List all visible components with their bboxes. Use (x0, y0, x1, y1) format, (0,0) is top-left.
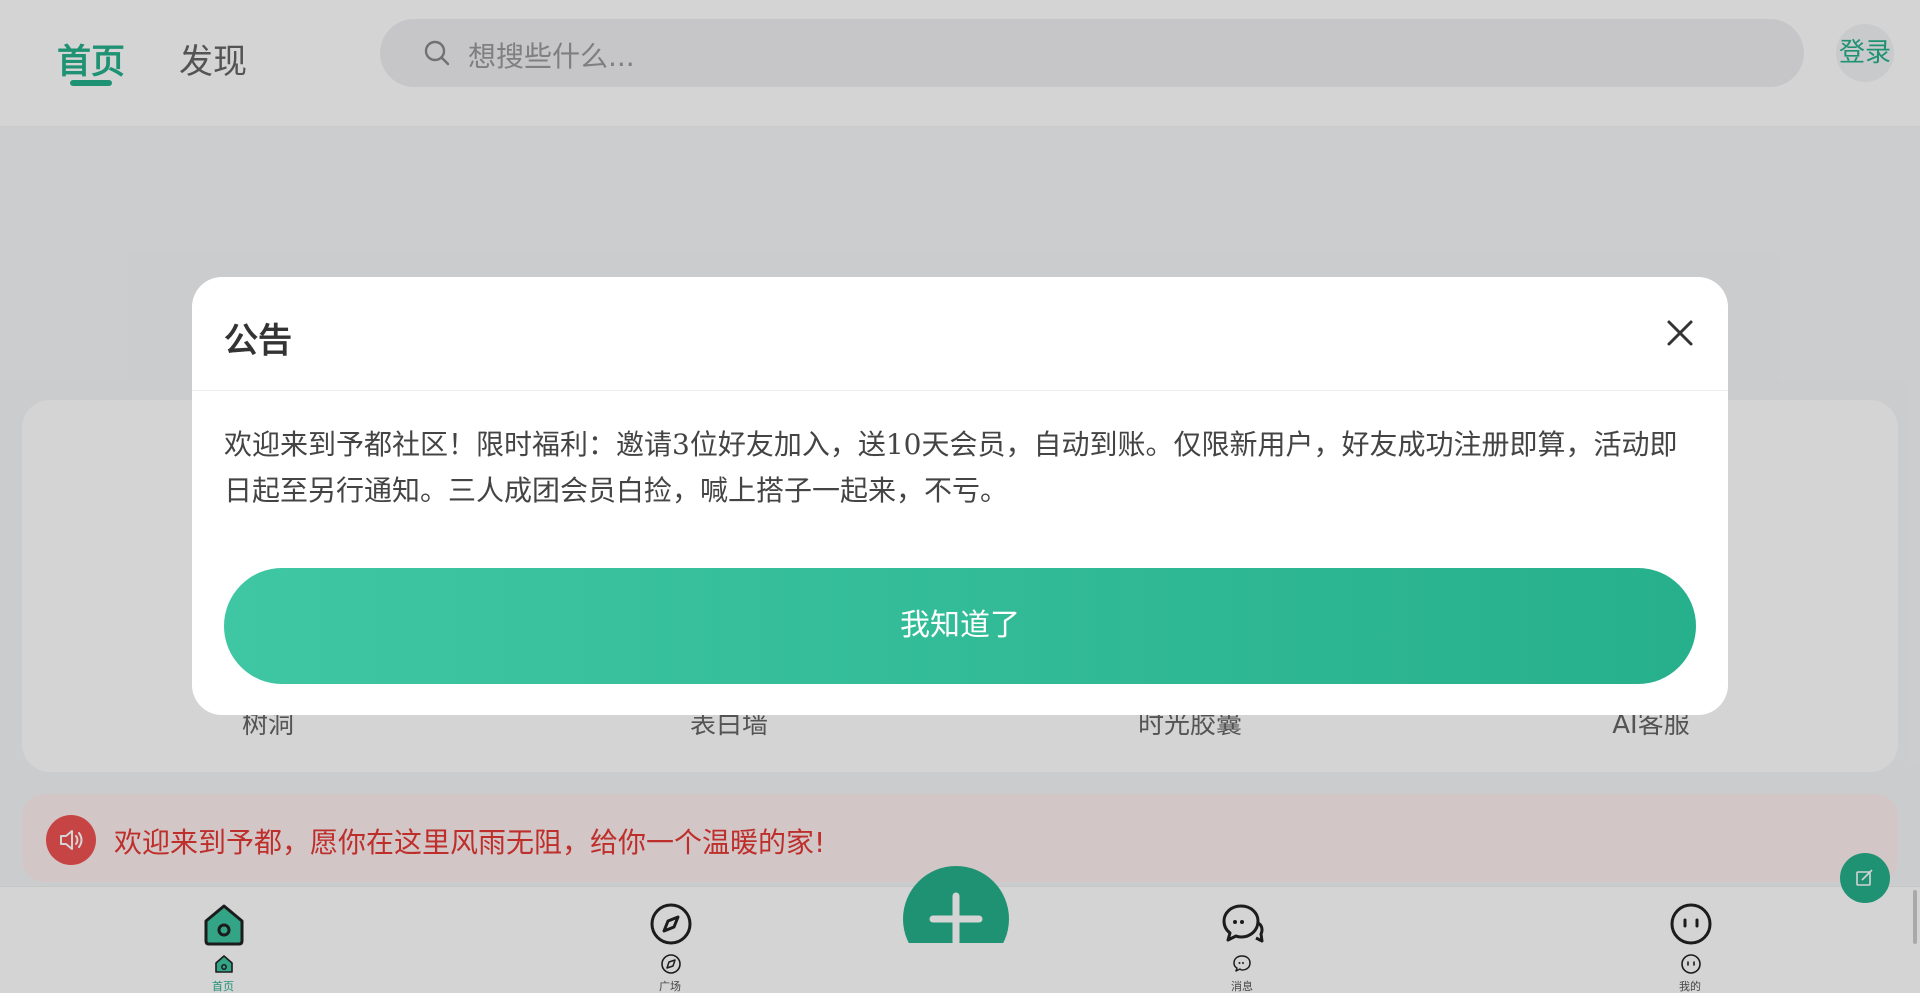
modal-title: 公告 (224, 321, 292, 361)
modal-divider (192, 390, 1728, 391)
close-icon[interactable] (1662, 315, 1698, 351)
acknowledge-button[interactable]: 我知道了 (224, 568, 1696, 684)
modal-body-text: 欢迎来到予都社区！限时福利：邀请3位好友加入，送10天会员，自动到账。仅限新用户… (224, 428, 1678, 507)
announcement-modal: 公告 欢迎来到予都社区！限时福利：邀请3位好友加入，送10天会员，自动到账。仅限… (192, 277, 1728, 715)
